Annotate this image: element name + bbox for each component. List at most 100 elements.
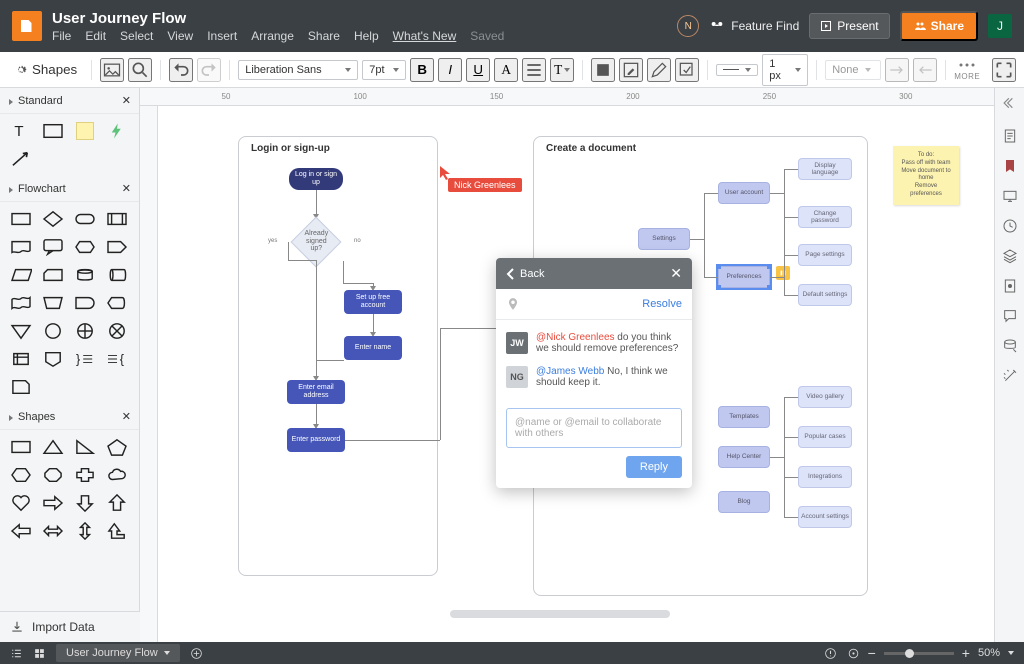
shape-internal[interactable] — [8, 348, 34, 370]
font-size-select[interactable]: 7pt — [362, 60, 406, 80]
menu-share[interactable]: Share — [308, 29, 340, 43]
node-popular[interactable]: Popular cases — [798, 426, 852, 448]
comment-back-button[interactable]: Back — [506, 268, 544, 280]
arrow-left-select[interactable] — [885, 58, 909, 82]
zoom-in-button[interactable]: + — [962, 645, 970, 661]
close-icon[interactable]: ✕ — [122, 94, 131, 107]
align-button[interactable] — [522, 58, 546, 82]
image-button[interactable] — [100, 58, 124, 82]
node-default-settings[interactable]: Default settings — [798, 284, 852, 306]
node-video-gallery[interactable]: Video gallery — [798, 386, 852, 408]
menu-file[interactable]: File — [52, 29, 71, 43]
layers-icon[interactable] — [1002, 248, 1018, 264]
import-data-button[interactable]: Import Data — [0, 611, 140, 642]
shape-or[interactable] — [104, 320, 130, 342]
node-enter-name[interactable]: Enter name — [344, 336, 402, 360]
close-icon[interactable]: ✕ — [122, 182, 131, 195]
arrow-right-select[interactable] — [913, 58, 937, 82]
italic-button[interactable]: I — [438, 58, 462, 82]
line-style-select[interactable] — [716, 64, 758, 76]
horizontal-scrollbar[interactable] — [450, 610, 670, 618]
line-width-select[interactable]: 1 px — [762, 54, 808, 86]
shape-pentagon[interactable] — [104, 436, 130, 458]
warning-icon[interactable] — [824, 647, 837, 660]
rect-shape[interactable] — [40, 120, 66, 142]
panel-standard[interactable]: Standard ✕ — [0, 88, 139, 114]
shape-callout[interactable] — [40, 236, 66, 258]
shape-database[interactable] — [72, 264, 98, 286]
close-icon[interactable]: ✕ — [122, 410, 131, 423]
zoom-out-button[interactable]: − — [868, 645, 876, 661]
text-options-button[interactable]: T — [550, 58, 574, 82]
shape-arrow-ur[interactable] — [104, 520, 130, 542]
data-icon[interactable] — [1002, 338, 1018, 354]
menu-help[interactable]: Help — [354, 29, 379, 43]
shape-offpage[interactable] — [40, 348, 66, 370]
node-login[interactable]: Log in or sign up — [289, 168, 343, 190]
grid-view-icon[interactable] — [33, 647, 46, 660]
node-display-lang[interactable]: Display language — [798, 158, 852, 180]
shape-delay[interactable] — [72, 292, 98, 314]
shape-tape[interactable] — [8, 292, 34, 314]
shape-hexagon2[interactable] — [8, 464, 34, 486]
shape-arrow-u[interactable] — [104, 492, 130, 514]
border-color-button[interactable] — [619, 58, 643, 82]
canvas-area[interactable]: 50100150200250300 Login or sign-up Creat… — [140, 88, 994, 642]
shape-connector[interactable] — [40, 320, 66, 342]
shape-brace-close[interactable]: } — [72, 348, 98, 370]
shape-arrow-ud[interactable] — [72, 520, 98, 542]
master-icon[interactable] — [1002, 278, 1018, 294]
arrow-shape[interactable] — [8, 148, 34, 170]
node-change-pw[interactable]: Change password — [798, 206, 852, 228]
chevron-down-icon[interactable] — [1008, 651, 1014, 655]
node-templates[interactable]: Templates — [718, 406, 770, 428]
node-password[interactable]: Enter password — [287, 428, 345, 452]
close-icon[interactable]: ✕ — [670, 265, 682, 282]
redo-button[interactable] — [197, 58, 221, 82]
resolve-button[interactable]: Resolve — [642, 298, 682, 310]
node-preferences[interactable]: Preferences — [718, 266, 770, 288]
shape-process[interactable] — [8, 208, 34, 230]
text-shape[interactable]: T — [8, 120, 34, 142]
presentation-icon[interactable] — [1002, 188, 1018, 204]
menu-arrange[interactable]: Arrange — [251, 29, 294, 43]
bold-button[interactable]: B — [410, 58, 434, 82]
zoom-slider[interactable] — [884, 652, 954, 655]
shape-card[interactable] — [40, 264, 66, 286]
underline-button[interactable]: U — [466, 58, 490, 82]
reply-button[interactable]: Reply — [626, 456, 682, 478]
history-icon[interactable] — [1002, 218, 1018, 234]
shape-disk[interactable] — [104, 264, 130, 286]
shape-display[interactable] — [104, 292, 130, 314]
present-button[interactable]: Present — [809, 13, 889, 39]
comment-icon[interactable] — [1002, 308, 1018, 324]
shape-manual[interactable] — [40, 292, 66, 314]
shape-triangle[interactable] — [40, 436, 66, 458]
shape-rect2[interactable] — [8, 436, 34, 458]
shape-brace-open[interactable]: { — [104, 348, 130, 370]
flowchart-container-login[interactable]: Login or sign-up — [238, 136, 438, 576]
zoom-fit-icon[interactable] — [847, 647, 860, 660]
feature-find-button[interactable]: Feature Find — [709, 18, 799, 34]
arrow-style-select[interactable]: None — [825, 60, 881, 80]
bookmark-icon[interactable] — [1002, 158, 1018, 174]
sticky-shape[interactable] — [72, 120, 98, 142]
shape-data[interactable] — [8, 264, 34, 286]
shape-options-button[interactable] — [675, 58, 699, 82]
panel-shapes[interactable]: Shapes ✕ — [0, 404, 139, 430]
menu-select[interactable]: Select — [120, 29, 153, 43]
collaborator-avatar[interactable]: N — [677, 15, 699, 37]
fullscreen-button[interactable] — [992, 58, 1016, 82]
shape-arrow-d[interactable] — [72, 492, 98, 514]
collapse-icon[interactable] — [1003, 96, 1017, 110]
zoom-level[interactable]: 50% — [978, 647, 1000, 659]
shape-predef[interactable] — [104, 208, 130, 230]
shape-document[interactable] — [8, 236, 34, 258]
shape-pentagon-r[interactable] — [104, 236, 130, 258]
node-email[interactable]: Enter email address — [287, 380, 345, 404]
shape-terminator[interactable] — [72, 208, 98, 230]
add-page-icon[interactable] — [190, 647, 203, 660]
more-icon[interactable] — [958, 61, 976, 69]
node-page-settings[interactable]: Page settings — [798, 244, 852, 266]
line-color-button[interactable] — [647, 58, 671, 82]
